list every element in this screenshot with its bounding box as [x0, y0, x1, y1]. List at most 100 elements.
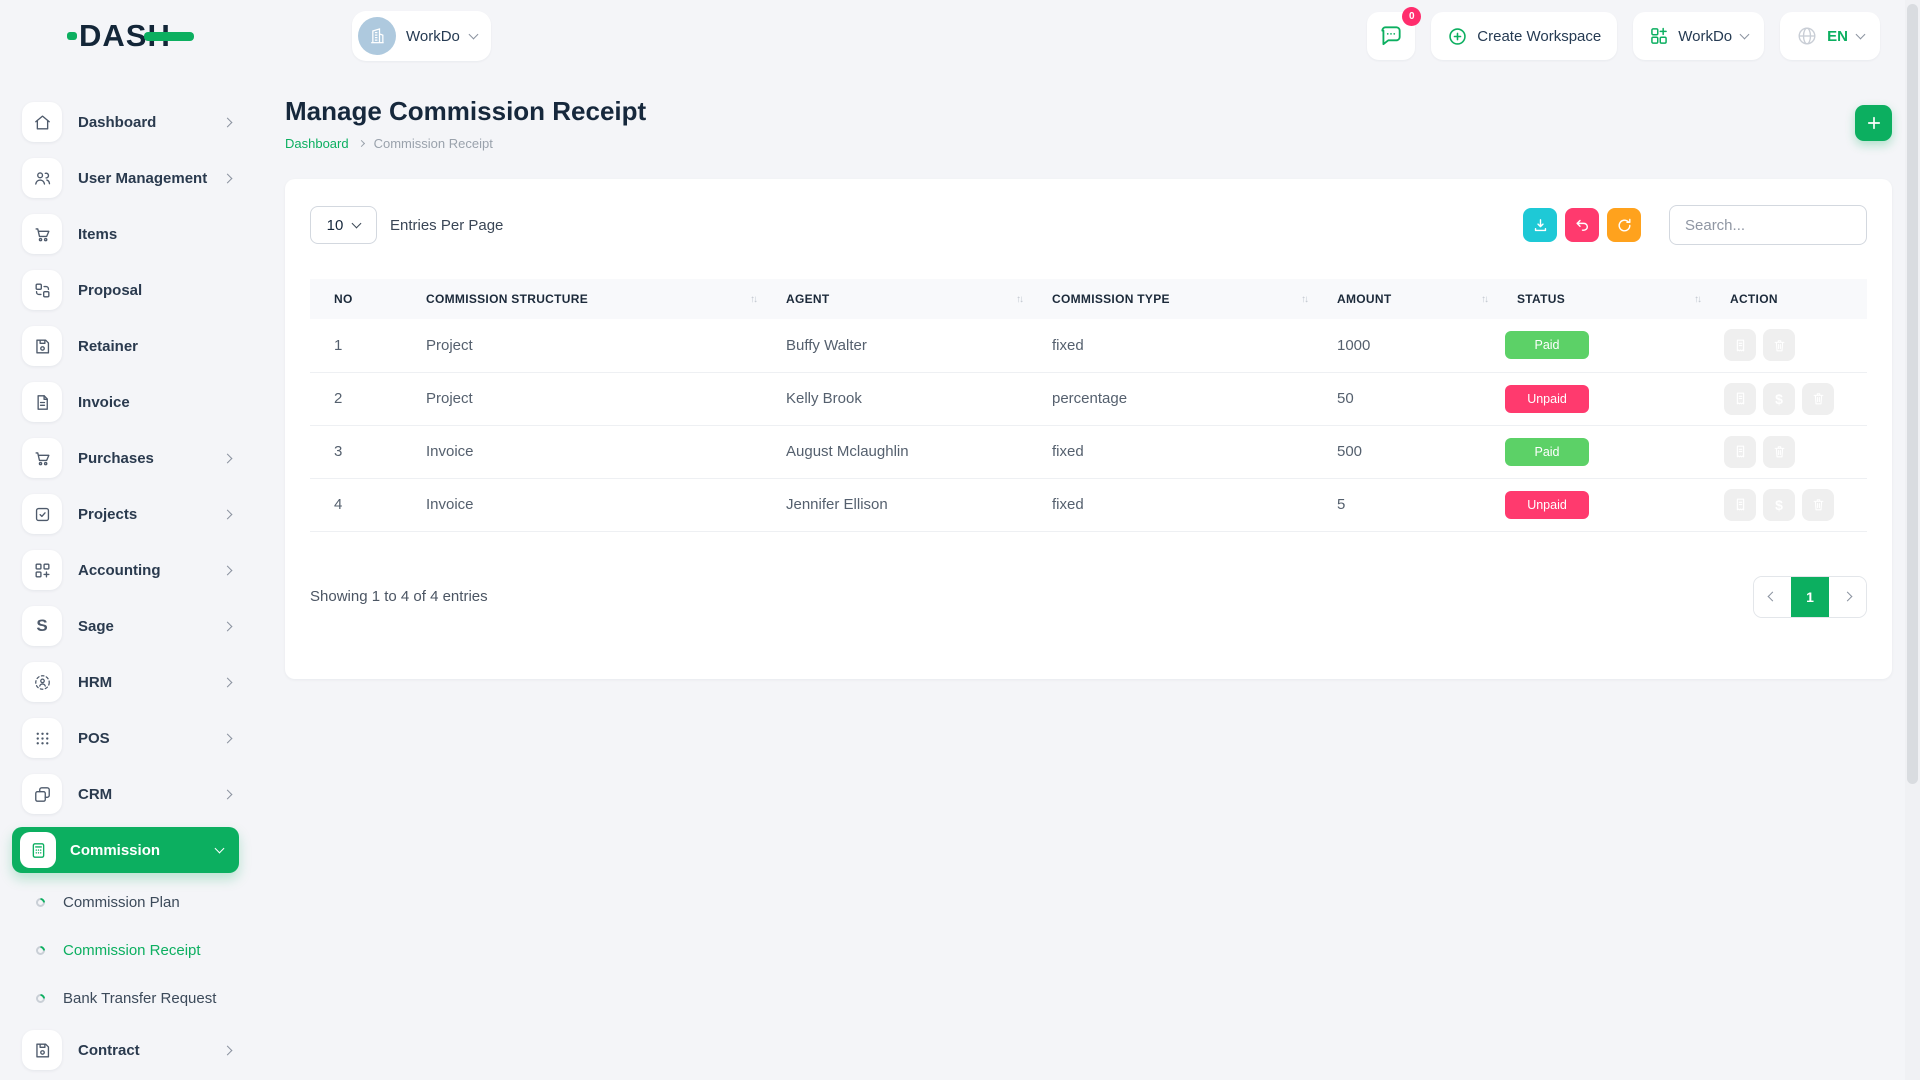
sidebar-item-projects[interactable]: Projects: [0, 486, 255, 542]
sidebar-item-retainer[interactable]: Retainer: [0, 318, 255, 374]
invoice-button[interactable]: [1724, 383, 1756, 415]
invoice-button[interactable]: [1724, 329, 1756, 361]
pay-button[interactable]: $: [1763, 489, 1795, 521]
create-receipt-button[interactable]: [1855, 105, 1892, 141]
status-badge: Unpaid: [1505, 385, 1589, 413]
next-page-button[interactable]: [1829, 577, 1866, 617]
delete-button[interactable]: [1763, 436, 1795, 468]
trash-icon: [1811, 497, 1826, 512]
chevron-down-icon: [215, 844, 225, 854]
chevron-right-icon: [223, 117, 233, 127]
column-header-commission-structure[interactable]: COMMISSION STRUCTURE↑↓: [402, 279, 762, 319]
sidebar-item-pos[interactable]: POS: [0, 710, 255, 766]
cell-structure: Project: [402, 319, 762, 372]
topbar: DASH WorkDo 0 Create Workspace: [0, 0, 1920, 72]
receipt-icon: [1733, 497, 1748, 512]
apps-menu-button[interactable]: WorkDo: [1633, 12, 1764, 60]
export-button[interactable]: [1523, 208, 1557, 242]
sidebar-subitem-commission-plan[interactable]: Commission Plan: [0, 878, 255, 926]
chevron-right-icon: [223, 621, 233, 631]
entries-value: 10: [327, 217, 344, 234]
cart-icon: [22, 438, 62, 478]
trash-icon: [1772, 338, 1787, 353]
chevron-left-icon: [1768, 592, 1778, 602]
status-badge: Paid: [1505, 438, 1589, 466]
pay-button[interactable]: $: [1763, 383, 1795, 415]
receipt-icon: [1733, 391, 1748, 406]
sidebar-item-items[interactable]: Items: [0, 206, 255, 262]
refresh-button[interactable]: [1607, 208, 1641, 242]
sort-icon[interactable]: ↑↓: [1301, 294, 1307, 305]
scrollbar-thumb[interactable]: [1907, 4, 1918, 784]
sidebar-item-label: Contract: [78, 1042, 224, 1059]
sort-icon[interactable]: ↑↓: [1694, 294, 1700, 305]
column-header-action: ACTION: [1706, 279, 1867, 319]
chevron-down-icon: [352, 219, 362, 229]
messages-button[interactable]: 0: [1367, 12, 1415, 60]
page-number-button[interactable]: 1: [1791, 577, 1829, 617]
sidebar-item-sage[interactable]: S Sage: [0, 598, 255, 654]
cell-structure: Invoice: [402, 425, 762, 478]
floppy-icon: [22, 326, 62, 366]
delete-button[interactable]: [1802, 489, 1834, 521]
column-header-commission-type[interactable]: COMMISSION TYPE↑↓: [1028, 279, 1313, 319]
breadcrumb-dashboard-link[interactable]: Dashboard: [285, 136, 349, 151]
table-row: 3 Invoice August Mclaughlin fixed 500 Pa…: [310, 425, 1867, 478]
breadcrumb: Dashboard Commission Receipt: [285, 136, 1892, 151]
floppy-icon: [22, 1030, 62, 1070]
sidebar-item-dashboard[interactable]: Dashboard: [0, 94, 255, 150]
logo-accent-dot: [67, 32, 77, 40]
create-workspace-button[interactable]: Create Workspace: [1431, 12, 1617, 60]
search-input[interactable]: [1669, 205, 1867, 245]
refresh-icon: [1616, 217, 1633, 234]
workspace-selector[interactable]: WorkDo: [352, 11, 491, 61]
apps-menu-label: WorkDo: [1678, 28, 1732, 45]
scrollbar-track[interactable]: [1905, 0, 1920, 1080]
invoice-button[interactable]: [1724, 436, 1756, 468]
delete-button[interactable]: [1802, 383, 1834, 415]
chevron-down-icon: [1740, 30, 1750, 40]
sidebar-item-user-management[interactable]: User Management: [0, 150, 255, 206]
delete-button[interactable]: [1763, 329, 1795, 361]
sort-icon[interactable]: ↑↓: [1016, 294, 1022, 305]
workspace-avatar: [358, 17, 396, 55]
sidebar-item-crm[interactable]: CRM: [0, 766, 255, 822]
column-header-no[interactable]: NO: [310, 279, 402, 319]
sidebar-item-accounting[interactable]: Accounting: [0, 542, 255, 598]
column-header-status[interactable]: STATUS↑↓: [1493, 279, 1706, 319]
column-header-amount[interactable]: AMOUNT↑↓: [1313, 279, 1493, 319]
sidebar-subitem-label: Commission Plan: [63, 894, 180, 911]
data-card: 10 Entries Per Page NO: [285, 179, 1892, 679]
cell-no: 1: [310, 319, 402, 372]
sidebar-subitem-commission-receipt[interactable]: Commission Receipt: [0, 926, 255, 974]
sidebar-item-commission[interactable]: Commission: [12, 827, 239, 873]
undo-button[interactable]: [1565, 208, 1599, 242]
previous-page-button[interactable]: [1754, 577, 1791, 617]
sidebar-item-contract[interactable]: Contract: [0, 1022, 255, 1078]
sidebar-item-label: Accounting: [78, 562, 224, 579]
sidebar-item-label: Commission: [70, 842, 216, 859]
cell-amount: 500: [1313, 425, 1493, 478]
language-selector[interactable]: EN: [1780, 12, 1880, 60]
sidebar-item-invoice[interactable]: Invoice: [0, 374, 255, 430]
proposal-icon: [22, 270, 62, 310]
invoice-button[interactable]: [1724, 489, 1756, 521]
sort-icon[interactable]: ↑↓: [1481, 294, 1487, 305]
cell-amount: 5: [1313, 478, 1493, 531]
entries-per-page-select[interactable]: 10: [310, 206, 377, 244]
breadcrumb-current: Commission Receipt: [374, 136, 493, 151]
sidebar-subitem-bank-transfer-request[interactable]: Bank Transfer Request: [0, 974, 255, 1022]
bullet-icon: [34, 896, 47, 909]
sidebar-item-purchases[interactable]: Purchases: [0, 430, 255, 486]
cell-amount: 1000: [1313, 319, 1493, 372]
status-badge: Paid: [1505, 331, 1589, 359]
column-header-agent[interactable]: AGENT↑↓: [762, 279, 1028, 319]
sort-icon[interactable]: ↑↓: [750, 294, 756, 305]
cell-agent: Kelly Brook: [762, 372, 1028, 425]
chevron-right-icon: [223, 173, 233, 183]
table-footer: Showing 1 to 4 of 4 entries 1: [310, 576, 1867, 618]
receipt-icon: [1733, 338, 1748, 353]
sidebar-item-hrm[interactable]: HRM: [0, 654, 255, 710]
sidebar-item-proposal[interactable]: Proposal: [0, 262, 255, 318]
chevron-down-icon: [1856, 30, 1866, 40]
